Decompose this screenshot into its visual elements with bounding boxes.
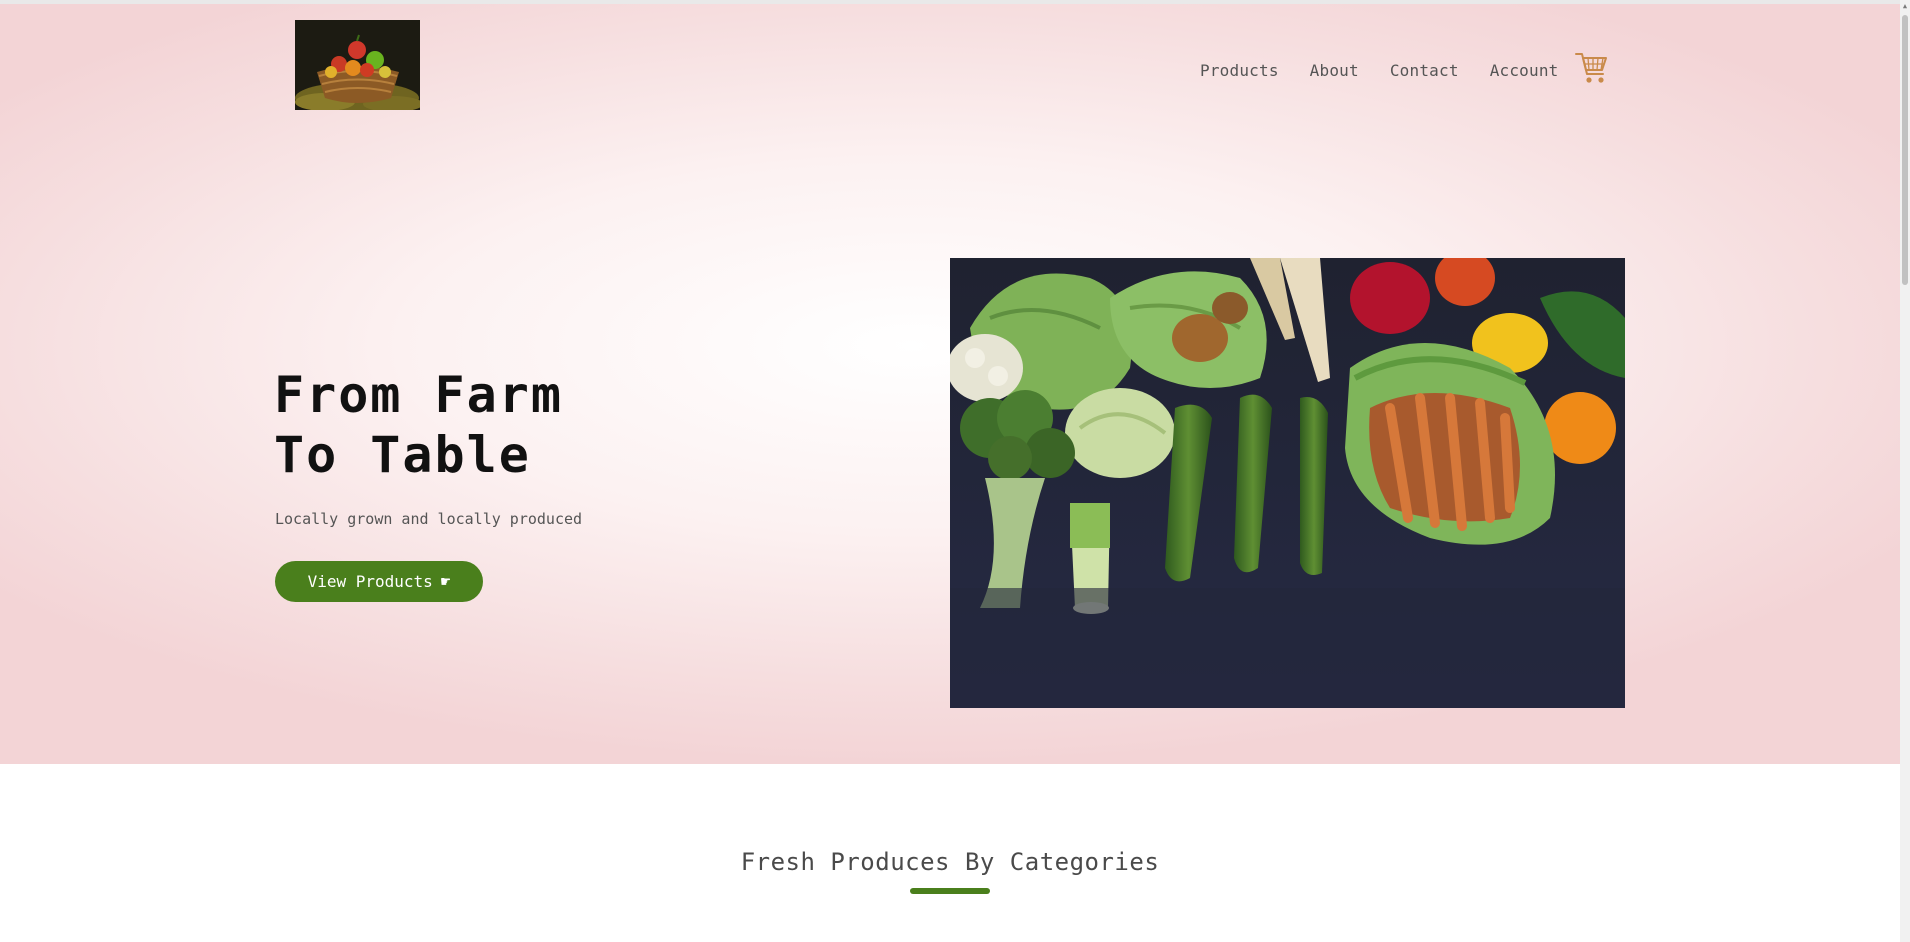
nav-contact-link[interactable]: Contact — [1390, 61, 1459, 80]
hero-headline: From Farm To Table — [274, 365, 563, 485]
nav-about-link[interactable]: About — [1310, 61, 1359, 80]
categories-title-underline — [910, 888, 990, 894]
shopping-cart-icon[interactable] — [1574, 50, 1608, 86]
hero-vegetables-image — [950, 258, 1625, 708]
scroll-up-arrow-icon[interactable]: ▲ — [1901, 2, 1909, 10]
hero-headline-line2: To Table — [274, 426, 531, 484]
hero-headline-line1: From Farm — [274, 366, 563, 424]
nav-account-link[interactable]: Account — [1490, 61, 1559, 80]
logo-basket-image — [295, 20, 420, 110]
pointing-hand-icon: ☛ — [440, 572, 451, 591]
view-products-button[interactable]: View Products ☛ — [275, 561, 483, 602]
hero-subtitle: Locally grown and locally produced — [275, 510, 583, 528]
main-nav: Products About Contact Account — [1200, 56, 1590, 84]
view-products-label: View Products — [307, 572, 433, 591]
categories-title: Fresh Produces By Categories — [740, 848, 1160, 876]
nav-products-link[interactable]: Products — [1200, 61, 1279, 80]
page-scrollbar-thumb[interactable] — [1902, 15, 1908, 285]
site-logo[interactable] — [295, 20, 420, 110]
